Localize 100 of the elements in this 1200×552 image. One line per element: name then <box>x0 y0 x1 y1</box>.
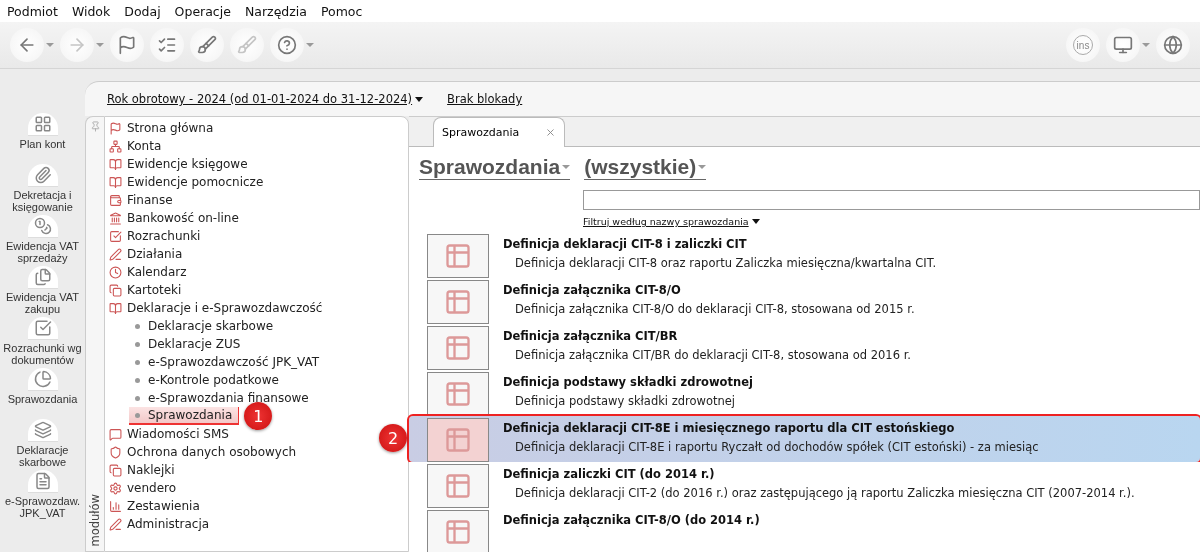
toolbar-button[interactable] <box>1156 28 1190 62</box>
tree-item[interactable]: Rozrachunki <box>127 227 207 245</box>
files-icon <box>33 268 52 286</box>
close-icon[interactable] <box>545 127 557 138</box>
tree-item[interactable]: Naklejki <box>127 461 181 479</box>
bullet-icon <box>135 341 140 347</box>
menu-item[interactable]: Operacje <box>174 3 231 19</box>
tree-item[interactable]: Finanse <box>127 191 179 209</box>
flag-icon <box>117 35 137 55</box>
toolbar-button[interactable] <box>110 28 144 62</box>
report-title: Definicja podstawy składki zdrowotnej <box>503 375 753 389</box>
tree-item[interactable]: e-Sprawozdawczość JPK_VAT <box>129 353 326 371</box>
table-icon <box>444 518 472 546</box>
hierarchy-icon <box>109 139 122 153</box>
tree-item[interactable]: Kalendarz <box>127 263 193 281</box>
bullet-icon <box>135 323 140 329</box>
tree-item[interactable]: Ewidencje księgowe <box>127 155 254 173</box>
tab[interactable]: Sprawozdania <box>433 117 566 147</box>
quick-launch-button[interactable]: e-Sprawozdaw. JPK_VAT <box>0 470 85 521</box>
quick-launch-button[interactable]: Deklaracje skarbowe <box>0 419 85 470</box>
report-description: Definicja deklaracji CIT-8 oraz raportu Zaliczka miesięczna/kwartalna CIT. <box>514 256 937 270</box>
toolbar-button[interactable] <box>150 28 184 62</box>
filter-option-link[interactable]: Filtruj według nazwy sprawozdania <box>583 216 760 227</box>
tree-item[interactable]: Kartoteki <box>127 281 188 299</box>
pie-chart-icon <box>33 370 52 388</box>
cards-icon <box>109 283 122 297</box>
caret-icon <box>751 219 760 224</box>
period-selector[interactable]: Rok obrotowy - 2024 (od 01-01-2024 do 31-12-2024) <box>107 92 424 106</box>
tree-item[interactable]: Konta <box>127 137 168 155</box>
category-dropdown[interactable]: Sprawozdania <box>419 155 571 180</box>
wallet-icon <box>109 193 122 207</box>
quick-launch-button[interactable]: Sprawozdania <box>0 368 85 419</box>
tree-item[interactable]: Bankowość on-line <box>127 209 245 227</box>
report-description: Definicja deklaracji CIT-2 (do 2016 r.) oraz zastępującego ją raportu Zaliczka miesięczna CIT (2007-2014 r.). <box>514 486 1135 500</box>
menu-item[interactable]: Widok <box>71 3 111 19</box>
report-description: Definicja załącznika CIT-8/O do deklaracji CIT-8, stosowana od 2015 r. <box>514 302 915 316</box>
report-title: Definicja załącznika CIT/BR <box>503 329 679 343</box>
lock-link[interactable]: Brak blokady <box>447 92 523 106</box>
table-icon <box>444 242 472 270</box>
checkbox-icon <box>33 319 52 337</box>
report-description: Definicja załącznika CIT/BR do deklaracji CIT-8, stosowana od 2016 r. <box>514 348 911 362</box>
tree-item[interactable]: Ewidencje pomocnicze <box>127 173 270 191</box>
menu-item[interactable]: Pomoc <box>320 3 363 19</box>
tree-item[interactable]: Deklaracje i e-Sprawozdawczość <box>127 299 329 317</box>
report-row[interactable]: Definicja podstawy składki zdrowotnej Definicja podstawy składki zdrowotnej <box>409 370 1200 416</box>
gear-icon <box>109 481 122 495</box>
toolbar-button[interactable] <box>10 28 54 62</box>
brush-icon <box>197 35 217 55</box>
caret-icon <box>698 165 707 169</box>
coins-icon <box>33 217 52 235</box>
shield-icon <box>109 445 122 459</box>
table-icon <box>444 472 472 500</box>
checkbox-icon <box>109 229 122 243</box>
bank-icon <box>109 211 122 225</box>
tree-item[interactable]: Ochrona danych osobowych <box>127 443 303 461</box>
tree-item[interactable]: Deklaracje skarbowe <box>129 317 280 335</box>
pen-icon <box>109 247 122 261</box>
tree-item[interactable]: Wiadomości SMS <box>127 425 235 443</box>
bullet-icon <box>135 395 140 401</box>
quick-launch-button[interactable]: Dekretacja i księgowanie <box>0 164 85 215</box>
quick-launch-button[interactable]: Ewidencja VAT zakupu <box>0 266 85 317</box>
tree-item[interactable]: e-Kontrole podatkowe <box>129 371 285 389</box>
quick-launch-button[interactable]: Ewidencja VAT sprzedaży <box>0 215 85 266</box>
quick-launch-button[interactable]: Rozrachunki wg dokumentów <box>0 317 85 368</box>
brush-icon <box>237 35 257 55</box>
toolbar-button[interactable] <box>1106 28 1150 62</box>
report-title: Definicja deklaracji CIT-8 i zaliczki CIT <box>503 237 748 251</box>
help-icon <box>277 35 297 55</box>
tree-item[interactable]: vendero <box>127 479 183 497</box>
toolbar-button[interactable] <box>270 28 314 62</box>
globe-icon <box>1163 35 1183 55</box>
tree-item[interactable]: Zestawienia <box>127 497 206 515</box>
bullet-icon <box>135 377 140 383</box>
tree-item[interactable]: Deklaracje ZUS <box>129 335 247 353</box>
tree-item[interactable]: Strona główna <box>127 119 220 137</box>
table-icon <box>444 334 472 362</box>
report-title: Definicja zaliczki CIT (do 2014 r.) <box>503 467 716 481</box>
menu-item[interactable]: Podmiot <box>7 3 58 19</box>
toolbar-button[interactable] <box>190 28 224 62</box>
clock-icon <box>109 265 122 279</box>
toolbar-button[interactable]: ins <box>1066 28 1100 62</box>
report-description: Definicja podstawy składki zdrowotnej <box>514 394 737 408</box>
message-icon <box>109 427 122 441</box>
book-icon <box>109 301 122 315</box>
report-title: Definicja załącznika CIT-8/O <box>503 283 682 297</box>
layers-icon <box>33 421 52 439</box>
search-field[interactable] <box>583 190 1200 210</box>
tree-item[interactable]: Administracja <box>127 515 216 533</box>
tree-item[interactable]: Sprawozdania <box>129 407 240 425</box>
flag-icon <box>109 121 122 135</box>
table-icon <box>444 380 472 408</box>
tree-item[interactable]: Działania <box>127 245 189 263</box>
menu-item[interactable]: Narzędzia <box>244 3 307 19</box>
report-description: Definicja deklaracji CIT-8E i raportu Ryczałt od dochodów spółek (CIT estoński) - za miesiąc <box>514 440 1039 454</box>
menu-item[interactable]: Dodaj <box>124 3 161 19</box>
filter-dropdown[interactable]: (wszystkie) <box>584 155 707 180</box>
quick-launch-button[interactable]: Plan kont <box>0 113 85 164</box>
callout-marker: 1 <box>244 402 273 430</box>
document-icon <box>33 472 52 490</box>
cards-icon <box>109 463 122 477</box>
